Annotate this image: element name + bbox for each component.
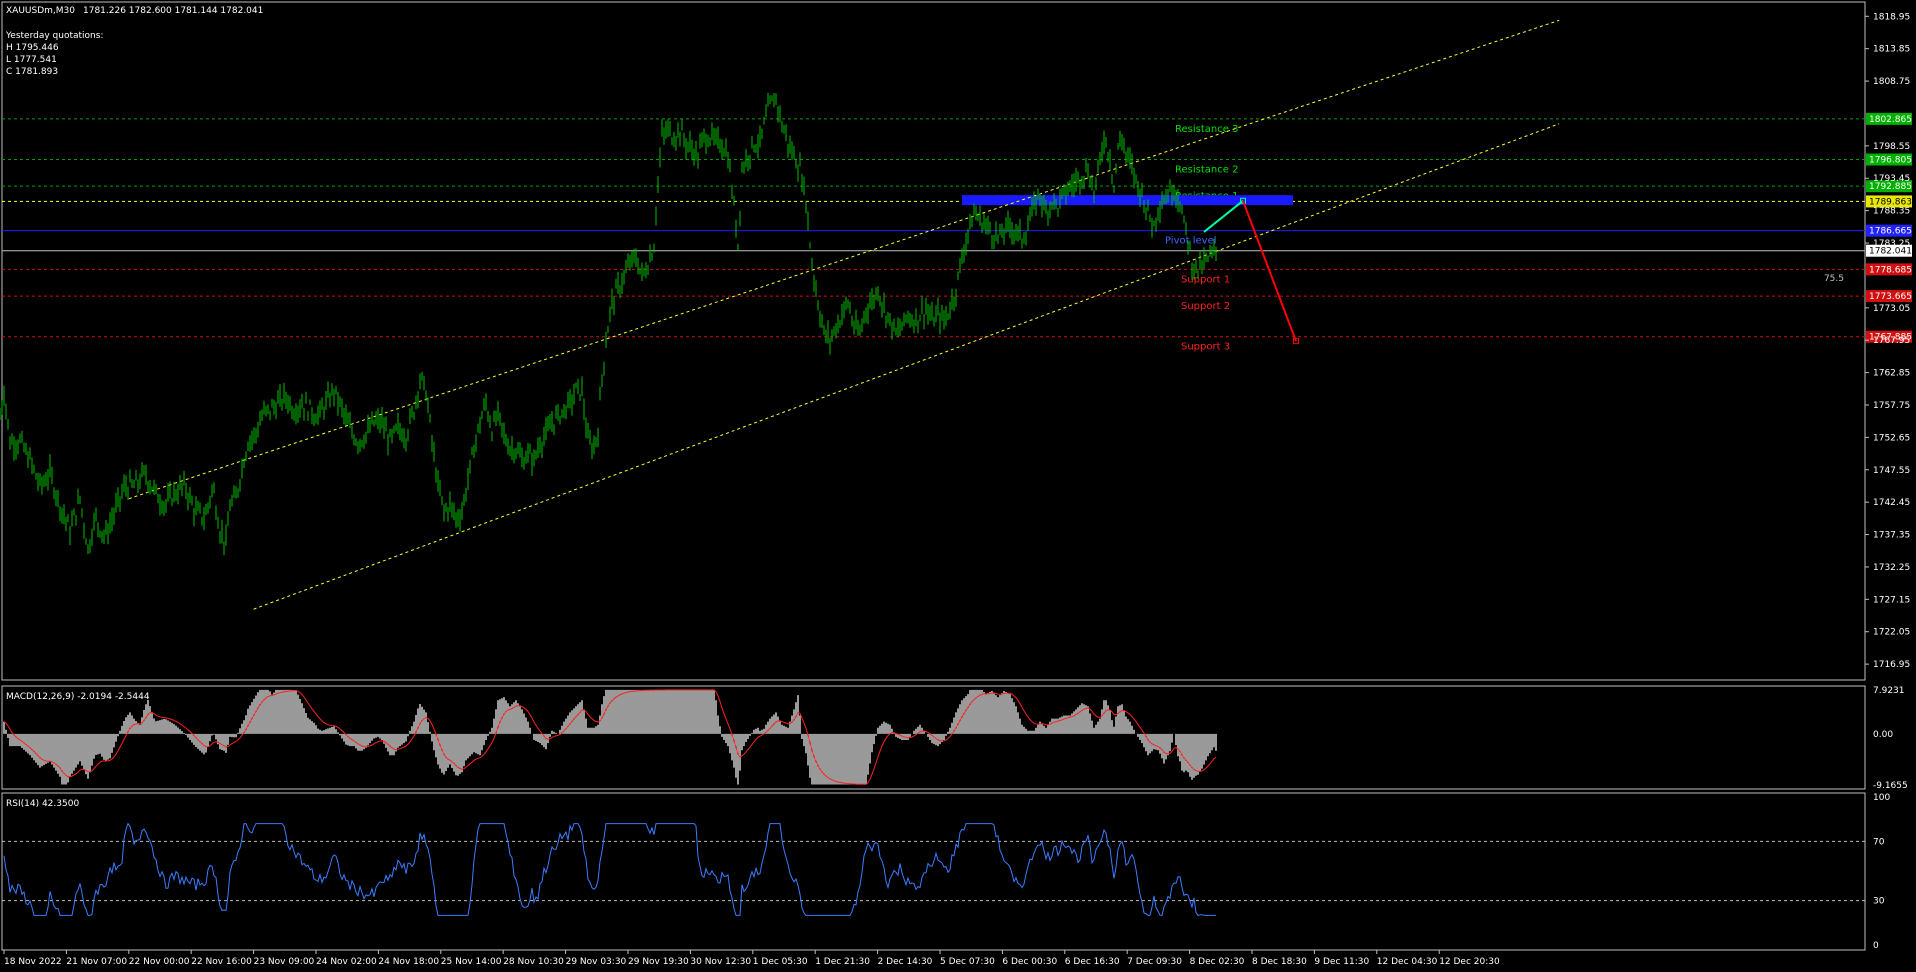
price-tick-label: 1727.15: [1873, 595, 1910, 605]
rsi-tick-label: 30: [1873, 897, 1885, 907]
time-tick-label: 25 Nov 14:00: [441, 957, 502, 967]
symbol-header: XAUUSDm,M30 1781.226 1782.600 1781.144 17…: [6, 6, 263, 16]
time-tick-label: 8 Dec 18:30: [1252, 957, 1307, 967]
macd-title: MACD(12,26,9) -2.0194 -2.5444: [6, 692, 150, 702]
time-tick-label: 12 Dec 20:30: [1439, 957, 1500, 967]
time-tick-label: 6 Dec 00:30: [1002, 957, 1057, 967]
price-tick-label: 1798.55: [1873, 142, 1910, 152]
price-tick-label: 1818.95: [1873, 12, 1910, 22]
time-tick-label: 24 Nov 02:00: [316, 957, 377, 967]
level-label: Support 1: [1181, 274, 1230, 285]
time-tick-label: 5 Dec 07:30: [940, 957, 995, 967]
macd-tick-label: 0.00: [1873, 730, 1893, 740]
level-price-tag-label: 1773.665: [1869, 292, 1912, 302]
level-label: Resistance 3: [1175, 124, 1238, 135]
ohlc-values: 1781.226 1782.600 1781.144 1782.041: [83, 6, 263, 16]
symbol-title: XAUUSDm,M30: [6, 6, 75, 16]
rsi-title: RSI(14) 42.3500: [6, 799, 79, 809]
level-price-tag-label: 1802.865: [1869, 115, 1912, 125]
rsi-tick-label: 100: [1873, 793, 1890, 803]
time-tick-label: 1 Dec 21:30: [815, 957, 870, 967]
chart-background: [0, 0, 1916, 972]
fib-label: 75.5: [1824, 274, 1844, 284]
time-tick-label: 22 Nov 00:00: [129, 957, 190, 967]
info-line-1: Yesterday quotations:: [5, 31, 103, 41]
time-tick-label: 22 Nov 16:00: [191, 957, 252, 967]
rsi-tick-label: 0: [1873, 941, 1879, 951]
time-tick-label: 6 Dec 16:30: [1065, 957, 1120, 967]
time-tick-label: 7 Dec 09:30: [1127, 957, 1182, 967]
price-tick-label: 1737.35: [1873, 531, 1910, 541]
level-price-tag-label: 1778.685: [1869, 265, 1912, 275]
trading-chart[interactable]: 1802.865 Resistance 3 1796.805 Resistance 2…: [0, 0, 1916, 972]
price-tick-label: 1722.05: [1873, 628, 1910, 638]
info-line-4: C 1781.893: [6, 67, 58, 77]
price-tick-label: 1732.25: [1873, 563, 1910, 573]
level-label: Resistance 2: [1175, 165, 1238, 176]
price-tick-label: 1808.75: [1873, 77, 1910, 87]
price-tick-label: 1793.45: [1873, 174, 1910, 184]
price-tick-label: 1752.65: [1873, 433, 1910, 443]
level-label: Support 2: [1181, 301, 1230, 312]
time-tick-label: 21 Nov 07:00: [66, 957, 127, 967]
price-tick-label: 1747.55: [1873, 466, 1910, 476]
level-label: Support 3: [1181, 342, 1230, 353]
level-price-tag-label: 1786.665: [1869, 227, 1912, 237]
price-tick-label: 1757.75: [1873, 401, 1910, 411]
time-tick-label: 24 Nov 18:00: [378, 957, 439, 967]
price-tick-label: 1788.35: [1873, 207, 1910, 217]
price-tick-label: 1813.85: [1873, 45, 1910, 55]
rsi-tick-label: 70: [1873, 837, 1885, 847]
info-line-2: H 1795.446: [6, 43, 59, 53]
info-line-3: L 1777.541: [6, 55, 57, 65]
time-tick-label: 9 Dec 11:30: [1314, 957, 1369, 967]
time-tick-label: 8 Dec 02:30: [1190, 957, 1245, 967]
time-tick-label: 28 Nov 10:30: [503, 957, 564, 967]
price-tick-label: 1716.95: [1873, 660, 1910, 670]
time-tick-label: 29 Nov 19:30: [628, 957, 689, 967]
time-tick-label: 30 Nov 12:30: [690, 957, 751, 967]
macd-tick-label: -9.1655: [1873, 781, 1908, 791]
price-tick-label: 1762.85: [1873, 369, 1910, 379]
price-tick-label: 1773.05: [1873, 304, 1910, 314]
macd-tick-label: 7.9231: [1873, 686, 1905, 696]
time-tick-label: 2 Dec 14:30: [878, 957, 933, 967]
time-tick-label: 1 Dec 05:30: [753, 957, 808, 967]
price-tick-label: 1783.25: [1873, 239, 1910, 249]
price-tick-label: 1767.95: [1873, 336, 1910, 346]
level-price-tag-label: 1796.805: [1869, 156, 1912, 166]
time-tick-label: 12 Dec 04:30: [1377, 957, 1438, 967]
level-label: Pivot level: [1165, 236, 1217, 247]
price-tick-label: 1742.45: [1873, 498, 1910, 508]
time-tick-label: 18 Nov 2022: [4, 957, 62, 967]
time-tick-label: 29 Nov 03:30: [566, 957, 627, 967]
time-tick-label: 23 Nov 09:00: [254, 957, 315, 967]
